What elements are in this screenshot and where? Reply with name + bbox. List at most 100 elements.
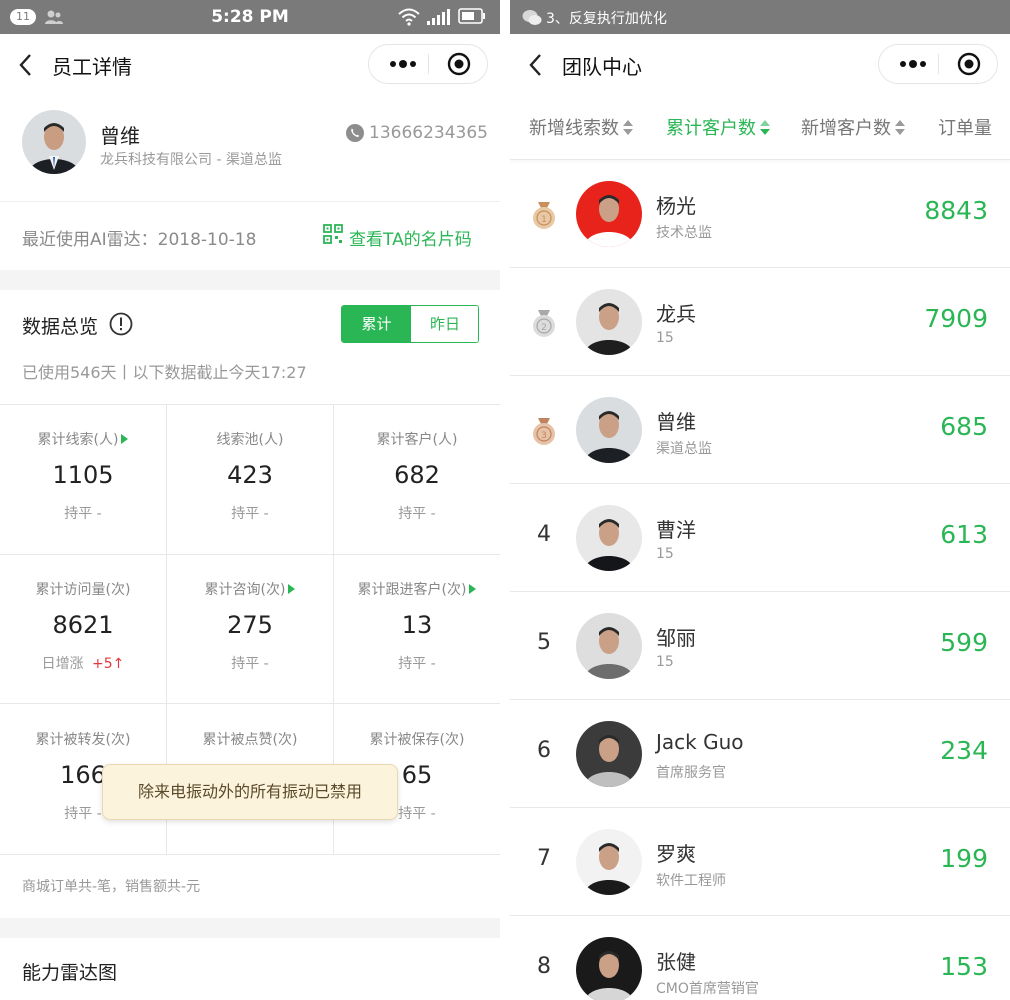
bronze-medal-icon: 3 xyxy=(533,418,555,445)
toggle-cumulative[interactable]: 累计 xyxy=(342,306,411,342)
stat-label: 累计咨询(次) xyxy=(204,582,286,598)
nav-bar: 员工详情 xyxy=(0,34,500,96)
stat-cell-lead-pool[interactable]: 线索池(人) 423 持平 - xyxy=(167,405,333,555)
ranking-row[interactable]: 4 曹洋 15 613 xyxy=(510,484,1010,592)
stat-value: 13 xyxy=(401,611,433,639)
avatar[interactable] xyxy=(576,937,642,1000)
nav-bar: 团队中心 xyxy=(510,34,1010,96)
stat-value: 8621 xyxy=(52,611,114,639)
sort-tab-label: 订单量 xyxy=(938,118,992,139)
ranking-row[interactable]: 2 龙兵 15 7909 xyxy=(510,268,1010,376)
member-title: 15 xyxy=(656,546,674,562)
more-icon[interactable] xyxy=(381,45,426,83)
rank-number: 7 xyxy=(537,846,551,871)
radar-chart-title: 能力雷达图 xyxy=(22,962,118,984)
member-name: 曾维 xyxy=(656,410,696,434)
sort-tab-new-leads[interactable]: 新增线索数 xyxy=(529,114,633,140)
member-value: 234 xyxy=(940,736,988,765)
ranking-row[interactable]: 6 Jack Guo 首席服务官 234 xyxy=(510,700,1010,808)
sort-arrows-icon xyxy=(623,119,633,137)
member-title: 15 xyxy=(656,654,674,670)
sort-tab-total-customers[interactable]: 累计客户数 xyxy=(666,114,770,140)
stat-cell-leads[interactable]: 累计线索(人) 1105 持平 - xyxy=(0,405,166,555)
stat-label: 累计被点赞(次) xyxy=(202,732,298,748)
view-card-code-link[interactable]: 查看TA的名片码 xyxy=(349,225,472,250)
mall-summary: 商城订单共-笔，销售额共-元 xyxy=(0,854,500,918)
period-toggle: 累计 昨日 xyxy=(341,305,479,343)
sort-arrows-icon xyxy=(895,119,905,137)
play-arrow-icon xyxy=(469,584,477,594)
member-title: CMO首席营销官 xyxy=(656,981,759,997)
rank-number: 6 xyxy=(537,738,551,763)
ranking-row[interactable]: 5 邹丽 15 599 xyxy=(510,592,1010,700)
battery-icon xyxy=(458,8,485,24)
page-title: 团队中心 xyxy=(562,55,642,79)
stat-label: 累计访问量(次) xyxy=(35,582,131,598)
avatar[interactable] xyxy=(576,397,642,463)
wechat-icon xyxy=(522,10,542,25)
ranking-row[interactable]: 7 罗爽 软件工程师 199 xyxy=(510,808,1010,916)
avatar[interactable] xyxy=(576,829,642,895)
avatar[interactable] xyxy=(576,721,642,787)
vibration-toast: 除来电振动外的所有振动已禁用 xyxy=(102,764,398,820)
mini-program-capsule xyxy=(878,44,998,84)
more-icon[interactable] xyxy=(891,45,936,83)
profile-header: 曾维 龙兵科技有限公司 - 渠道总监 13666234365 xyxy=(0,96,500,202)
stat-cell-customers[interactable]: 累计客户(人) 682 持平 - xyxy=(334,405,500,555)
phone-icon[interactable] xyxy=(346,124,364,142)
member-title: 首席服务官 xyxy=(656,765,726,781)
back-arrow-icon[interactable] xyxy=(526,52,548,78)
rank-number: 8 xyxy=(537,954,551,979)
overview-title: 数据总览 xyxy=(22,316,99,338)
member-value: 7909 xyxy=(924,304,988,333)
member-name: 曹洋 xyxy=(656,518,696,542)
stat-value: 1105 xyxy=(52,461,114,489)
radar-chart-section: 能力雷达图 xyxy=(0,938,500,1000)
stat-cell-followups[interactable]: 累计跟进客户(次) 13 持平 - xyxy=(334,555,500,705)
ranking-row[interactable]: 3 曾维 渠道总监 685 xyxy=(510,376,1010,484)
medal-rank: 1 xyxy=(541,215,547,225)
wifi-icon xyxy=(398,8,420,26)
team-center-screen: 3、反复执行加优化 团队中心 新增线索数 累计客户数 新增客户数 订单量 1 杨… xyxy=(510,0,1010,1000)
capsule-divider xyxy=(428,54,429,74)
stat-label: 累计线索(人) xyxy=(37,432,119,448)
sort-bar: 新增线索数 累计客户数 新增客户数 订单量 xyxy=(510,96,1010,160)
usage-note: 已使用546天丨以下数据截止今天17:27 xyxy=(22,363,307,382)
avatar[interactable] xyxy=(576,613,642,679)
back-arrow-icon[interactable] xyxy=(16,52,38,78)
member-value: 8843 xyxy=(924,196,988,225)
stat-value: 682 xyxy=(394,461,440,489)
member-name: 龙兵 xyxy=(656,302,696,326)
qr-code-icon[interactable] xyxy=(323,224,343,244)
gold-medal-icon: 1 xyxy=(533,202,555,229)
close-target-icon[interactable] xyxy=(957,52,981,76)
stat-trend: 日增涨 xyxy=(41,656,84,672)
sort-tab-new-customers[interactable]: 新增客户数 xyxy=(801,114,905,140)
info-icon[interactable] xyxy=(109,312,133,336)
stat-value: 423 xyxy=(227,461,273,489)
ranking-row[interactable]: 8 张健 CMO首席营销官 153 xyxy=(510,916,1010,1000)
sort-arrows-icon xyxy=(760,119,770,137)
sort-tab-orders[interactable]: 订单量 xyxy=(938,114,992,140)
member-value: 613 xyxy=(940,520,988,549)
stat-cell-consults[interactable]: 累计咨询(次) 275 持平 - xyxy=(167,555,333,705)
data-overview-header: 数据总览 累计 昨日 已使用546天丨以下数据截止今天17:27 xyxy=(0,290,500,404)
member-title: 15 xyxy=(656,330,674,346)
stat-value: 275 xyxy=(227,611,273,639)
stat-delta: +5↑ xyxy=(92,656,125,672)
play-arrow-icon xyxy=(288,584,296,594)
close-target-icon[interactable] xyxy=(447,52,471,76)
status-time: 5:28 PM xyxy=(211,7,289,27)
avatar[interactable] xyxy=(576,505,642,571)
medal-rank: 2 xyxy=(541,323,547,333)
rank-number: 5 xyxy=(537,630,551,655)
stat-cell-visits[interactable]: 累计访问量(次) 8621 日增涨 +5↑ xyxy=(0,555,166,705)
phone-number[interactable]: 13666234365 xyxy=(369,123,488,143)
member-title: 软件工程师 xyxy=(656,873,726,889)
ranking-row[interactable]: 1 杨光 技术总监 8843 xyxy=(510,160,1010,268)
status-bar: 3、反复执行加优化 xyxy=(510,0,1010,34)
toggle-yesterday[interactable]: 昨日 xyxy=(411,306,478,342)
avatar[interactable] xyxy=(576,289,642,355)
avatar[interactable] xyxy=(22,110,86,174)
avatar[interactable] xyxy=(576,181,642,247)
